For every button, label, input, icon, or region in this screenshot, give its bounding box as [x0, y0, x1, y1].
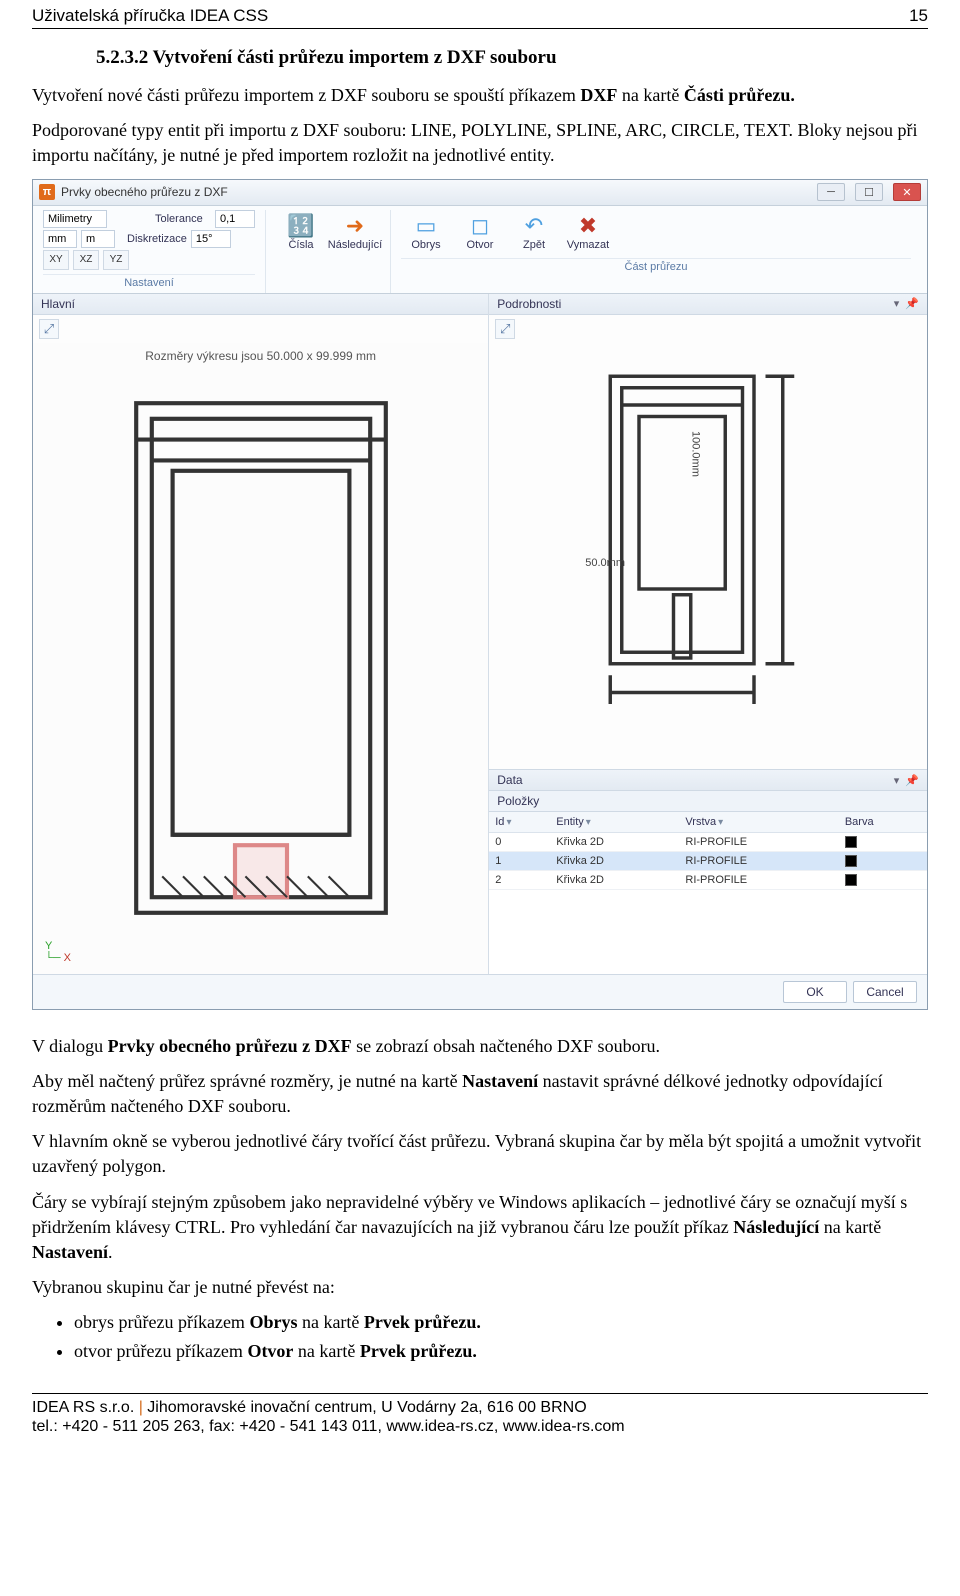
- numbers-icon: 🔢: [287, 215, 314, 237]
- axis-button-xz[interactable]: XZ: [73, 250, 99, 270]
- undo-icon: ↶: [525, 215, 543, 237]
- dxf-dialog-window: π Prvky obecného průřezu z DXF ─ ☐ ✕ Tol…: [32, 179, 928, 1010]
- profile-drawing: [131, 398, 391, 918]
- right-column: Podrobnosti ▾📌 ⤢: [489, 294, 927, 974]
- para-6: Čáry se vybírají stejným způsobem jako n…: [32, 1190, 928, 1266]
- col-color: Barva: [839, 812, 927, 833]
- ok-button[interactable]: OK: [783, 981, 847, 1003]
- discretization-label: Diskretizace: [127, 233, 187, 245]
- axis-button-xy[interactable]: XY: [43, 250, 69, 270]
- ribbon-caption-settings: Nastavení: [43, 274, 255, 289]
- data-pin-icon[interactable]: 📌: [905, 774, 919, 787]
- titlebar: π Prvky obecného průřezu z DXF ─ ☐ ✕: [33, 180, 927, 206]
- filter-icon[interactable]: ▾: [506, 817, 511, 828]
- window-body: Hlavní ⤢ Rozměry výkresu jsou 50.000 x 9…: [33, 294, 927, 974]
- para-3: V dialogu Prvky obecného průřezu z DXF s…: [32, 1034, 928, 1059]
- filter-icon[interactable]: ▾: [586, 817, 591, 828]
- table-row[interactable]: 1Křivka 2DRI-PROFILE: [489, 852, 927, 871]
- data-menu-icon[interactable]: ▾: [894, 774, 900, 787]
- footer-address: Jihomoravské inovační centrum, U Vodárny…: [143, 1399, 587, 1416]
- section-title: Vytvoření části průřezu importem z DXF s…: [153, 47, 557, 68]
- doc-title: Uživatelská příručka IDEA CSS: [32, 6, 268, 26]
- delete-icon: ✖: [579, 215, 597, 237]
- undo-button[interactable]: ↶ Zpět: [509, 210, 559, 254]
- detail-panel-header: Podrobnosti ▾📌: [489, 294, 927, 315]
- section-heading: 5.2.3.2 Vytvoření části průřezu importem…: [96, 47, 928, 69]
- window-title: Prvky obecného průřezu z DXF: [61, 185, 228, 199]
- outline-icon: ▭: [416, 215, 437, 237]
- outline-button[interactable]: ▭ Obrys: [401, 210, 451, 254]
- next-button[interactable]: ➜ Následující: [330, 210, 380, 289]
- axes-indicator: Y └─ X: [45, 940, 71, 964]
- data-grid[interactable]: Id▾ Entity▾ Vrstva▾ Barva 0Křivka 2DRI-P…: [489, 812, 927, 974]
- doc-header: Uživatelská příručka IDEA CSS 15: [32, 0, 928, 29]
- para-2: Podporované typy entit při importu z DXF…: [32, 118, 928, 168]
- tolerance-input[interactable]: [215, 210, 255, 228]
- cancel-button[interactable]: Cancel: [853, 981, 917, 1003]
- units-select[interactable]: [43, 210, 107, 228]
- main-panel-header: Hlavní: [33, 294, 488, 315]
- bullet-item: obrys průřezu příkazem Obrys na kartě Pr…: [74, 1310, 928, 1335]
- detail-zoom-button[interactable]: ⤢: [495, 319, 515, 339]
- para-4: Aby měl načtený průřez správné rozměry, …: [32, 1069, 928, 1119]
- data-panel: Data ▾📌 Položky Id▾ Entity▾ Vrstva▾ Barv…: [489, 769, 927, 974]
- detail-canvas[interactable]: 100.0mm 50.0mm: [489, 343, 927, 770]
- table-row[interactable]: 2Křivka 2DRI-PROFILE: [489, 871, 927, 890]
- table-row[interactable]: 0Křivka 2DRI-PROFILE: [489, 833, 927, 852]
- filter-icon[interactable]: ▾: [718, 817, 723, 828]
- ribbon-caption-part: Část průřezu: [401, 258, 911, 273]
- page-number: 15: [909, 6, 928, 26]
- main-panel: Hlavní ⤢ Rozměry výkresu jsou 50.000 x 9…: [33, 294, 489, 974]
- discretization-input[interactable]: [191, 230, 231, 248]
- dim-horizontal-label: 50.0mm: [585, 557, 625, 569]
- unit-mm[interactable]: [43, 230, 77, 248]
- data-subtab[interactable]: Položky: [489, 791, 927, 812]
- opening-button[interactable]: ◻ Otvor: [455, 210, 505, 254]
- para-5: V hlavním okně se vyberou jednotlivé čár…: [32, 1129, 928, 1179]
- opening-icon: ◻: [471, 215, 489, 237]
- bullet-list: obrys průřezu příkazem Obrys na kartě Pr…: [56, 1310, 928, 1364]
- dim-vertical-label: 100.0mm: [689, 431, 701, 477]
- main-canvas[interactable]: Rozměry výkresu jsou 50.000 x 99.999 mm: [33, 343, 488, 974]
- drawing-dimensions-text: Rozměry výkresu jsou 50.000 x 99.999 mm: [145, 349, 376, 363]
- maximize-button[interactable]: ☐: [855, 183, 883, 201]
- unit-m[interactable]: [81, 230, 115, 248]
- panel-pin-icon[interactable]: 📌: [905, 297, 919, 310]
- ribbon-group-part: ▭ Obrys ◻ Otvor ↶ Zpět ✖ Vymazat Část pr…: [397, 210, 921, 293]
- app-icon: π: [39, 184, 55, 200]
- delete-button[interactable]: ✖ Vymazat: [563, 210, 613, 254]
- col-layer: Vrstva▾: [679, 812, 838, 833]
- next-icon: ➜: [346, 215, 364, 237]
- bullet-item: otvor průřezu příkazem Otvor na kartě Pr…: [74, 1339, 928, 1364]
- panel-menu-icon[interactable]: ▾: [894, 297, 900, 310]
- footer-contact: tel.: +420 - 511 205 263, fax: +420 - 54…: [32, 1418, 928, 1436]
- para-1: Vytvoření nové části průřezu importem z …: [32, 83, 928, 108]
- minimize-button[interactable]: ─: [817, 183, 845, 201]
- dialog-footer: OK Cancel: [33, 974, 927, 1009]
- para-7: Vybranou skupinu čar je nutné převést na…: [32, 1275, 928, 1300]
- close-button[interactable]: ✕: [893, 183, 921, 201]
- ribbon-group-numbers: 🔢 Čísla ➜ Následující: [272, 210, 391, 293]
- axis-button-yz[interactable]: YZ: [103, 250, 129, 270]
- numbers-button[interactable]: 🔢 Čísla: [276, 210, 326, 289]
- ribbon-group-settings: Tolerance Diskretizace XY XZ YZ Nastaven…: [39, 210, 266, 293]
- doc-footer: IDEA RS s.r.o. | Jihomoravské inovační c…: [32, 1393, 928, 1436]
- col-id: Id▾: [489, 812, 550, 833]
- col-entity: Entity▾: [550, 812, 679, 833]
- tolerance-label: Tolerance: [155, 213, 211, 225]
- data-panel-header: Data ▾📌: [489, 770, 927, 791]
- data-header-row: Id▾ Entity▾ Vrstva▾ Barva: [489, 812, 927, 833]
- section-number: 5.2.3.2: [96, 47, 148, 68]
- ribbon: Tolerance Diskretizace XY XZ YZ Nastaven…: [33, 206, 927, 294]
- footer-company: IDEA RS s.r.o.: [32, 1399, 139, 1416]
- detail-drawing: [593, 359, 823, 762]
- zoom-extents-button[interactable]: ⤢: [39, 319, 59, 339]
